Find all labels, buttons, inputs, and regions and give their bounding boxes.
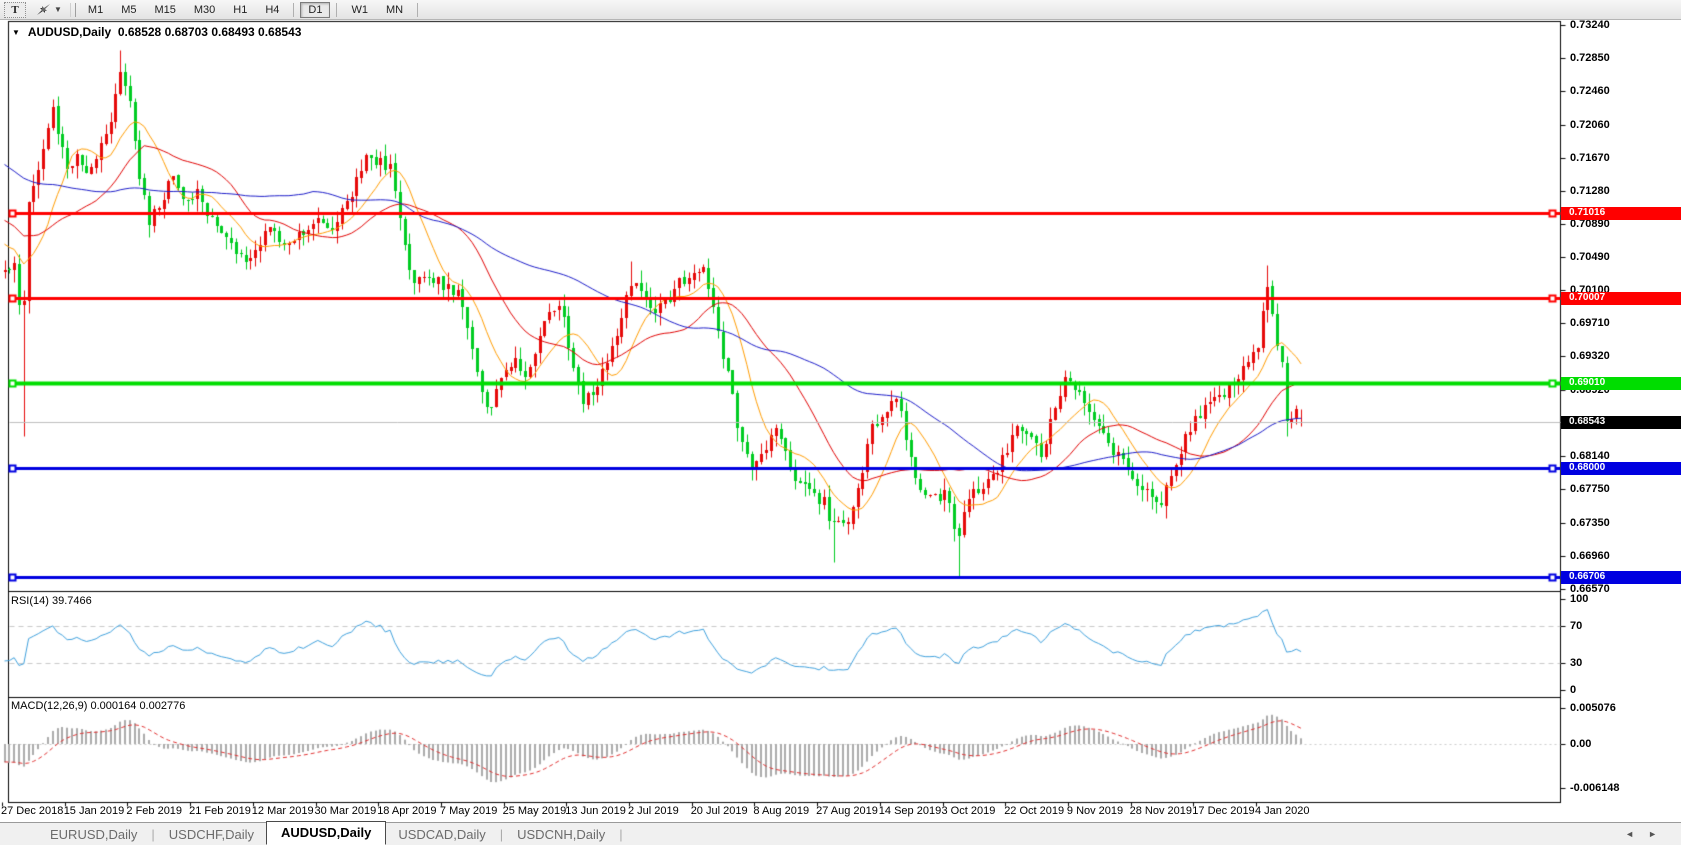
toolbar-separator — [293, 2, 295, 17]
timeframe-button-d1[interactable]: D1 — [300, 1, 331, 18]
timeframe-button-m15[interactable]: M15 — [146, 2, 183, 18]
timeframe-button-m30[interactable]: M30 — [186, 2, 223, 18]
chart-toolbar: T ▼ M1 M5 M15 M30 H1 H4 D1 W1 MN — [0, 0, 1681, 20]
text-tool-glyph: T — [11, 3, 19, 16]
timeframe-button-m5[interactable]: M5 — [113, 2, 144, 18]
tab-usdchf[interactable]: USDCHF,Daily — [157, 825, 266, 844]
tab-separator: | — [619, 826, 623, 842]
toolbar-grip — [69, 2, 76, 17]
toolbar-separator — [336, 2, 338, 17]
timeframe-button-w1[interactable]: W1 — [343, 2, 376, 18]
timeframe-button-group: M1 M5 M15 M30 H1 H4 D1 W1 MN — [79, 1, 423, 18]
timeframe-button-h1[interactable]: H1 — [225, 2, 255, 18]
text-label-tool-button[interactable]: T — [4, 1, 26, 18]
toolbar-separator — [417, 2, 419, 17]
timeframe-button-h4[interactable]: H4 — [257, 2, 287, 18]
trading-terminal-window: T ▼ M1 M5 M15 M30 H1 H4 D1 W1 MN ▼ AUDUSD,Daily … — [0, 0, 1681, 845]
symbol-tab-bar: EURUSD,Daily | USDCHF,Daily AUDUSD,Daily USD… — [0, 821, 1681, 845]
timeframe-button-mn[interactable]: MN — [378, 2, 411, 18]
arrows-tool-button[interactable]: ▼ — [36, 3, 62, 16]
tab-eurusd[interactable]: EURUSD,Daily — [38, 825, 149, 844]
chart-canvas[interactable] — [0, 0, 1681, 845]
tab-separator: | — [151, 826, 155, 842]
tab-audusd[interactable]: AUDUSD,Daily — [266, 821, 387, 845]
tab-scroll-right-icon[interactable]: ► — [1648, 829, 1671, 839]
tab-scroll-left-icon[interactable]: ◄ — [1625, 829, 1648, 839]
chevron-down-icon: ▼ — [54, 5, 62, 14]
tab-usdcad[interactable]: USDCAD,Daily — [386, 825, 497, 844]
arrows-icon — [37, 4, 50, 15]
timeframe-button-m1[interactable]: M1 — [80, 2, 111, 18]
tab-usdcnh[interactable]: USDCNH,Daily — [505, 825, 617, 844]
tab-separator: | — [499, 826, 504, 842]
